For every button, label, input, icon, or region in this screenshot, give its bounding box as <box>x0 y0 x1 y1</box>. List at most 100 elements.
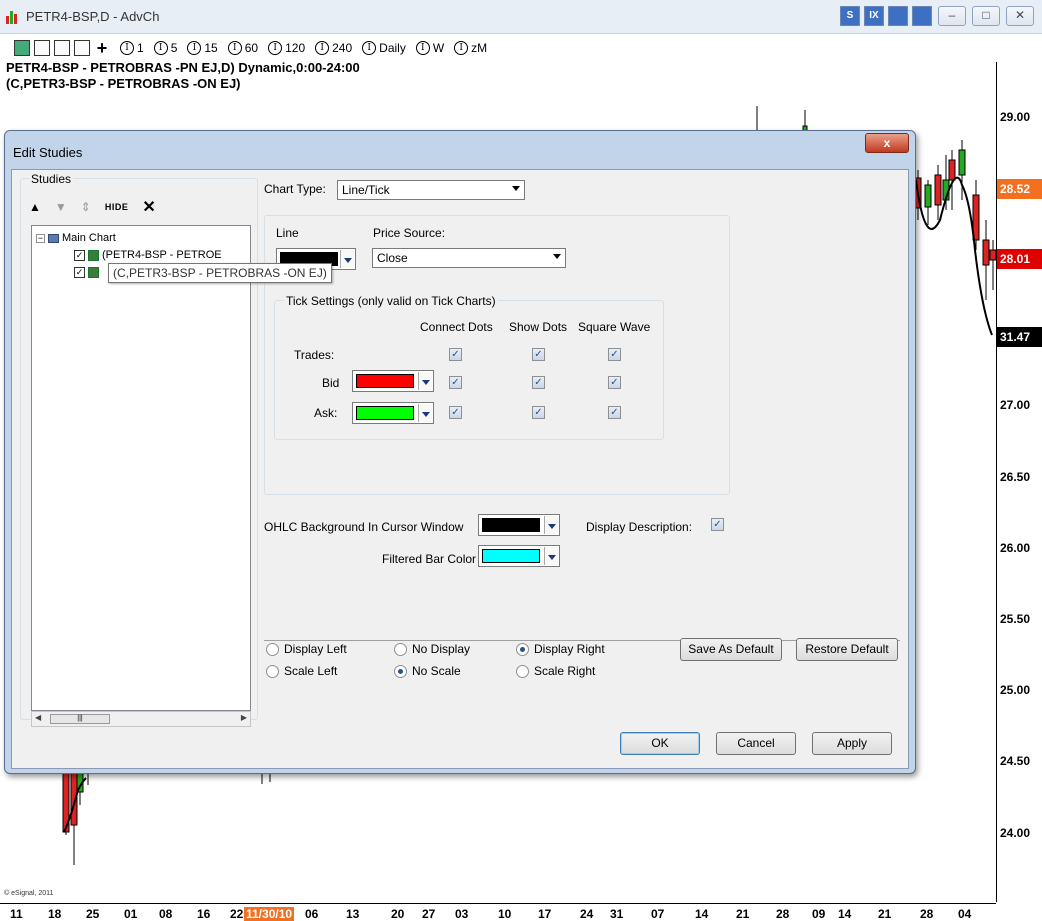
trades-square-checkbox[interactable]: ✓ <box>608 348 621 361</box>
trades-show-checkbox[interactable]: ✓ <box>532 348 545 361</box>
layout-tool-icon[interactable] <box>34 40 50 56</box>
no-scale-radio[interactable]: No Scale <box>394 664 461 678</box>
display-right-radio[interactable]: Display Right <box>516 642 605 656</box>
study-visible-checkbox[interactable]: ✓ <box>74 266 85 278</box>
chart-type-select[interactable]: Line/Tick <box>337 180 525 200</box>
interval-icon: I <box>454 41 469 55</box>
date-label: 16 <box>197 907 211 921</box>
price-label: 29.00 <box>1000 110 1031 124</box>
interval-15[interactable]: I 15 <box>187 41 218 55</box>
interval-5[interactable]: I5 <box>153 41 177 55</box>
maximize-button[interactable]: □ <box>972 6 1000 26</box>
interval-icon: I <box>227 41 242 55</box>
move-down-icon[interactable]: ▼ <box>55 200 67 214</box>
scale-left-radio[interactable]: Scale Left <box>266 664 337 678</box>
ask-label: Ask: <box>314 406 338 420</box>
scroll-left-icon[interactable]: ◀ <box>35 713 41 722</box>
ok-button[interactable]: OK <box>620 732 700 755</box>
date-axis: 11 18 25 01 08 16 22 11/30/10 06 13 20 2… <box>0 903 996 921</box>
interval-60[interactable]: I 60 <box>227 41 258 55</box>
date-label: 11 <box>10 907 23 921</box>
window-list-icon[interactable] <box>888 6 908 26</box>
properties-tool-icon[interactable] <box>74 40 90 56</box>
collapse-icon[interactable]: − <box>36 233 45 243</box>
price-flag: 28.52 <box>997 179 1042 199</box>
tree-item-main-chart[interactable]: − Main Chart <box>36 230 116 246</box>
bid-connect-checkbox[interactable]: ✓ <box>449 376 462 389</box>
candles-left <box>62 769 271 865</box>
window-title: PETR4-BSP,D - AdvCh <box>26 9 160 24</box>
date-label: 21 <box>736 907 750 921</box>
move-updown-icon[interactable]: ⇕ <box>81 200 91 214</box>
study-visible-checkbox[interactable]: ✓ <box>74 249 85 261</box>
interval-weekly[interactable]: IW <box>415 41 444 55</box>
tree-item-petr3[interactable]: ✓ <box>74 264 99 280</box>
scale-right-radio[interactable]: Scale Right <box>516 664 595 678</box>
interval-label: 1 <box>137 41 144 55</box>
move-up-icon[interactable]: ▲ <box>29 200 41 214</box>
display-left-radio[interactable]: Display Left <box>266 642 347 656</box>
interval-monthly[interactable]: IzM <box>454 41 487 55</box>
interval-240[interactable]: I 240 <box>315 41 352 55</box>
ask-connect-checkbox[interactable]: ✓ <box>449 406 462 419</box>
tree-hscrollbar[interactable]: ◀ ||| ▶ <box>31 711 251 727</box>
cancel-button[interactable]: Cancel <box>716 732 796 755</box>
minimize-button[interactable]: – <box>938 6 966 26</box>
studies-tree[interactable]: − Main Chart ✓ (PETR4-BSP - PETROE ✓ <box>31 225 251 711</box>
chevron-down-icon <box>418 404 432 422</box>
scroll-thumb[interactable]: ||| <box>50 714 110 724</box>
interval-daily[interactable]: I Daily <box>362 41 406 55</box>
apply-button[interactable]: Apply <box>812 732 892 755</box>
display-description-checkbox[interactable]: ✓ <box>711 518 724 531</box>
radio-label: Scale Right <box>534 664 596 678</box>
bid-color-picker[interactable] <box>352 370 434 392</box>
symbol-link-icon[interactable]: S <box>840 6 860 26</box>
interval-120[interactable]: I 120 <box>268 41 305 55</box>
save-as-default-button[interactable]: Save As Default <box>680 638 782 661</box>
dialog-close-button[interactable]: x <box>865 133 909 153</box>
cursor-tool-icon[interactable] <box>14 40 30 56</box>
bid-square-checkbox[interactable]: ✓ <box>608 376 621 389</box>
date-label: 14 <box>838 907 852 921</box>
radio-label: Display Right <box>534 642 605 656</box>
interval-icon: I <box>415 41 430 55</box>
date-label: 06 <box>305 907 319 921</box>
restore-default-button[interactable]: Restore Default <box>796 638 898 661</box>
ask-color-picker[interactable] <box>352 402 434 424</box>
filtered-bar-color-picker[interactable] <box>478 545 560 567</box>
tree-item-petr4[interactable]: ✓ (PETR4-BSP - PETROE <box>74 247 222 263</box>
ask-show-checkbox[interactable]: ✓ <box>532 406 545 419</box>
chevron-down-icon <box>418 372 432 390</box>
hide-button[interactable]: HIDE <box>105 202 129 212</box>
date-label: 18 <box>48 907 62 921</box>
ask-color-swatch <box>356 406 414 420</box>
trades-connect-checkbox[interactable]: ✓ <box>449 348 462 361</box>
date-label: 21 <box>878 907 892 921</box>
interval-1[interactable]: I1 <box>120 41 144 55</box>
tree-item-label: (PETR4-BSP - PETROE <box>102 249 222 261</box>
copy-tool-icon[interactable] <box>54 40 70 56</box>
delete-study-icon[interactable]: ✕ <box>142 197 155 217</box>
tile-icon[interactable] <box>912 6 932 26</box>
ohlc-bg-color-picker[interactable] <box>478 514 560 536</box>
no-display-radio[interactable]: No Display <box>394 642 470 656</box>
interval-link-icon[interactable]: IX <box>864 6 884 26</box>
price-source-label: Price Source: <box>373 226 446 240</box>
add-study-icon[interactable]: + <box>94 39 110 57</box>
ohlc-bg-label: OHLC Background In Cursor Window <box>264 520 464 534</box>
date-label: 07 <box>651 907 665 921</box>
date-label: 27 <box>422 907 436 921</box>
radio-dot <box>266 642 279 656</box>
close-button[interactable]: ✕ <box>1006 6 1034 26</box>
scroll-right-icon[interactable]: ▶ <box>241 713 247 722</box>
bid-show-checkbox[interactable]: ✓ <box>532 376 545 389</box>
ask-square-checkbox[interactable]: ✓ <box>608 406 621 419</box>
studies-label: Studies <box>29 172 74 186</box>
dialog-body: Studies ▲ ▼ ⇕ HIDE ✕ − Main Chart ✓ (PET… <box>11 169 909 769</box>
price-label: 24.50 <box>1000 754 1031 768</box>
study-icon <box>88 249 99 261</box>
date-label: 31 <box>610 907 624 921</box>
chevron-down-icon <box>544 516 558 534</box>
ohlc-bg-color-swatch <box>482 518 540 532</box>
price-source-select[interactable]: Close <box>372 248 566 268</box>
